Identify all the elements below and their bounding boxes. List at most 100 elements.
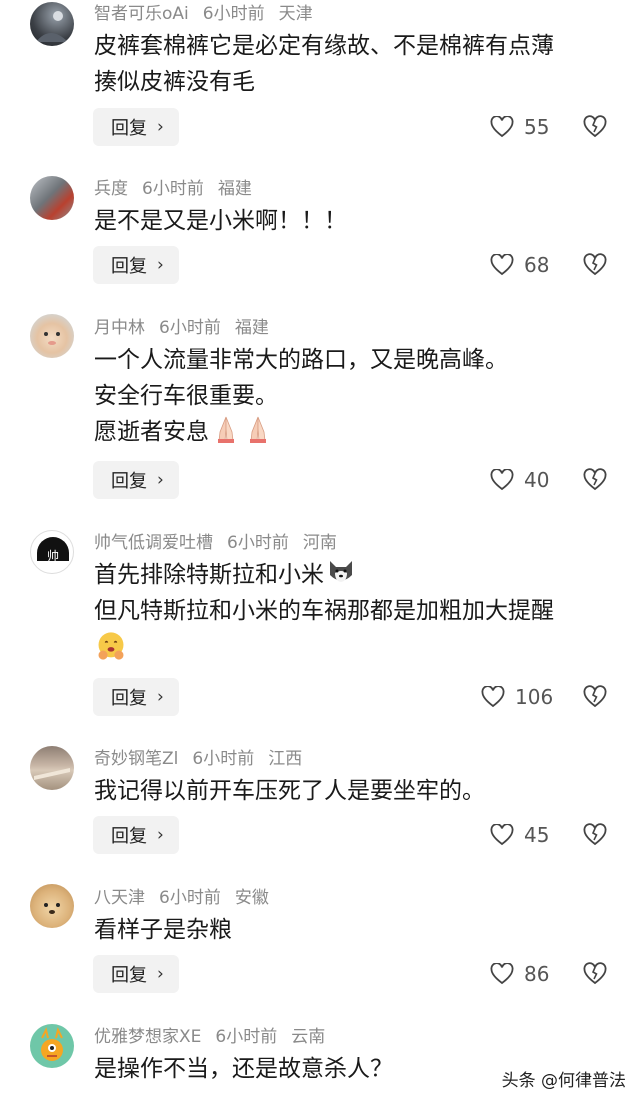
- broken-heart-icon[interactable]: [583, 685, 607, 709]
- comment-line: 揍似皮裤没有毛: [94, 69, 255, 95]
- comment-text: 是操作不当，还是故意杀人？: [94, 1051, 393, 1087]
- username[interactable]: 奇妙钢笔Zl: [94, 749, 178, 769]
- avatar[interactable]: [30, 2, 74, 46]
- pray-emoji: [250, 416, 266, 443]
- reply-label: 回复: [111, 688, 147, 709]
- broken-heart-icon[interactable]: [583, 115, 607, 139]
- timestamp: 6小时前: [192, 749, 255, 769]
- comment-meta: 奇妙钢笔Zl 6小时前 江西: [94, 747, 316, 771]
- timestamp: 6小时前: [202, 4, 265, 24]
- username[interactable]: 月中林: [94, 318, 145, 338]
- like-count: 55: [524, 115, 550, 139]
- heart-icon: [490, 824, 514, 846]
- comment-text: 我记得以前开车压死了人是要坐牢的。: [94, 773, 485, 809]
- reply-label: 回复: [111, 118, 147, 139]
- location: 天津: [278, 4, 313, 24]
- username[interactable]: 兵度: [94, 179, 128, 199]
- hugging-face-emoji: [98, 632, 124, 660]
- location: 云南: [291, 1027, 326, 1047]
- username[interactable]: 八天津: [94, 888, 145, 908]
- comment-meta: 优雅梦想家XE 6小时前 云南: [94, 1025, 339, 1049]
- comment-line: 是操作不当，还是故意杀人？: [94, 1056, 393, 1082]
- comment-line: 皮裤套棉裤它是必定有缘故、不是棉裤有点薄: [94, 33, 554, 59]
- reply-button[interactable]: 回复 ›: [93, 108, 179, 146]
- comment-meta: 月中林 6小时前 福建: [94, 316, 283, 340]
- username[interactable]: 优雅梦想家XE: [94, 1027, 201, 1047]
- timestamp: 6小时前: [215, 1027, 278, 1047]
- chevron-right-icon: ›: [157, 687, 164, 707]
- heart-icon: [490, 254, 514, 276]
- reply-button[interactable]: 回复 ›: [93, 955, 179, 993]
- chevron-right-icon: ›: [157, 964, 164, 984]
- reply-button[interactable]: 回复 ›: [93, 461, 179, 499]
- comment-line: 看样子是杂粮: [94, 917, 232, 943]
- comment-meta: 兵度 6小时前 福建: [94, 177, 266, 201]
- avatar[interactable]: [30, 1024, 74, 1068]
- chevron-right-icon: ›: [157, 470, 164, 490]
- avatar[interactable]: [30, 746, 74, 790]
- reply-label: 回复: [111, 471, 147, 492]
- avatar[interactable]: 帅: [30, 530, 74, 574]
- comment-text: 首先排除特斯拉和小米 但凡特斯拉和小米的车祸那都是加粗加大提醒: [94, 557, 554, 669]
- comment-meta: 帅气低调爱吐槽 6小时前 河南: [94, 531, 351, 555]
- comment-meta: 智者可乐oAi 6小时前 天津: [94, 2, 327, 26]
- username[interactable]: 智者可乐oAi: [94, 4, 189, 24]
- avatar[interactable]: [30, 884, 74, 928]
- avatar[interactable]: [30, 314, 74, 358]
- location: 安徽: [234, 888, 269, 908]
- location: 福建: [217, 179, 252, 199]
- broken-heart-icon[interactable]: [583, 823, 607, 847]
- timestamp: 6小时前: [159, 318, 221, 338]
- like-button[interactable]: 106: [481, 678, 553, 716]
- chevron-right-icon: ›: [157, 825, 164, 845]
- comment-line: 我记得以前开车压死了人是要坐牢的。: [94, 778, 485, 804]
- location: 河南: [302, 533, 337, 553]
- comment-line: 安全行车很重要。: [94, 383, 278, 409]
- heart-icon: [490, 469, 514, 491]
- timestamp: 6小时前: [159, 888, 221, 908]
- comment-text: 看样子是杂粮: [94, 912, 232, 948]
- timestamp: 6小时前: [142, 179, 204, 199]
- comment-line-with-emoji: 愿逝者安息: [94, 414, 508, 450]
- watermark: 头条 @何律普法: [501, 1071, 626, 1091]
- reply-label: 回复: [111, 826, 147, 847]
- reply-button[interactable]: 回复 ›: [93, 678, 179, 716]
- location: 福建: [234, 318, 269, 338]
- broken-heart-icon[interactable]: [583, 253, 607, 277]
- reply-button[interactable]: 回复 ›: [93, 816, 179, 854]
- broken-heart-icon[interactable]: [583, 962, 607, 986]
- like-button[interactable]: 55: [490, 108, 549, 146]
- like-count: 106: [515, 685, 554, 709]
- comment-meta: 八天津 6小时前 安徽: [94, 886, 283, 910]
- comment-line: 愿逝者安息: [94, 419, 209, 445]
- like-count: 86: [524, 962, 550, 986]
- timestamp: 6小时前: [227, 533, 289, 553]
- reply-label: 回复: [111, 256, 147, 277]
- comment-line: 首先排除特斯拉和小米: [94, 562, 324, 588]
- heart-icon: [490, 963, 514, 985]
- avatar-text: 帅: [47, 549, 59, 563]
- reply-button[interactable]: 回复 ›: [93, 246, 179, 284]
- like-button[interactable]: 68: [490, 246, 549, 284]
- comment-line-with-emoji: 首先排除特斯拉和小米: [94, 557, 554, 593]
- comment-text: 是不是又是小米啊！！！: [94, 203, 347, 239]
- chevron-right-icon: ›: [157, 255, 164, 275]
- comment-text: 一个人流量非常大的路口，又是晚高峰。 安全行车很重要。 愿逝者安息: [94, 342, 508, 450]
- broken-heart-icon[interactable]: [583, 468, 607, 492]
- like-button[interactable]: 40: [490, 461, 549, 499]
- like-count: 45: [524, 823, 550, 847]
- like-count: 68: [524, 253, 550, 277]
- comment-line-with-emoji: [94, 629, 554, 669]
- like-button[interactable]: 45: [490, 816, 549, 854]
- avatar[interactable]: [30, 176, 74, 220]
- username[interactable]: 帅气低调爱吐槽: [94, 533, 213, 553]
- heart-icon: [481, 686, 505, 708]
- husky-emoji: [330, 561, 352, 582]
- like-count: 40: [524, 468, 550, 492]
- comment-line: 一个人流量非常大的路口，又是晚高峰。: [94, 347, 508, 373]
- pray-emoji: [218, 416, 234, 443]
- like-button[interactable]: 86: [490, 955, 549, 993]
- heart-icon: [490, 116, 514, 138]
- comment-text: 皮裤套棉裤它是必定有缘故、不是棉裤有点薄 揍似皮裤没有毛: [94, 28, 554, 100]
- chevron-right-icon: ›: [157, 117, 164, 137]
